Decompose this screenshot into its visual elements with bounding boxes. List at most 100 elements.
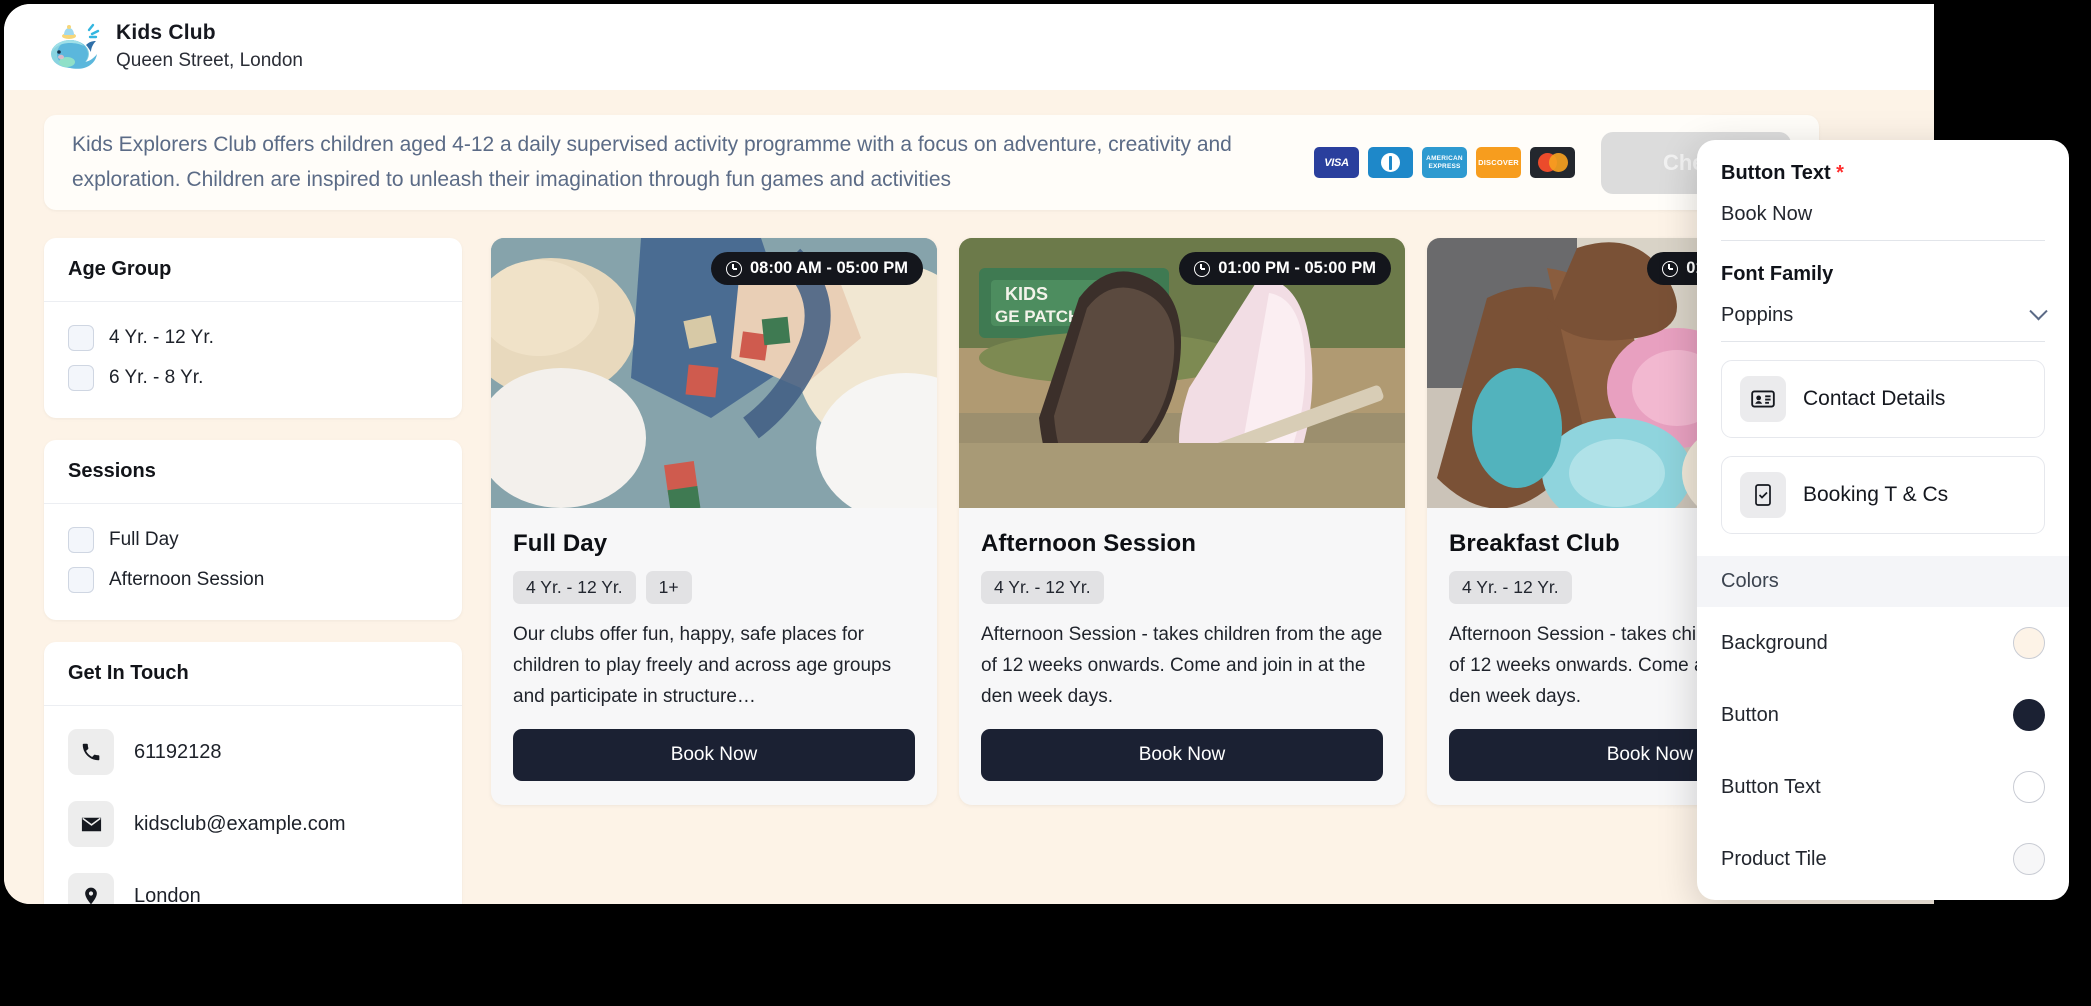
- contact-location-value: London: [134, 884, 201, 905]
- color-swatch-product-tile[interactable]: [2013, 843, 2045, 875]
- colors-section-header: Colors: [1697, 556, 2069, 607]
- button-text-label: Button Text *: [1721, 162, 1844, 184]
- filters-sidebar: Age Group 4 Yr. - 12 Yr. 6 Yr. - 8 Yr. S…: [44, 238, 462, 904]
- contact-phone-value: 61192128: [134, 740, 222, 763]
- svg-text:GE PATCH: GE PATCH: [995, 307, 1080, 326]
- product-description: Our clubs offer fun, happy, safe places …: [513, 624, 892, 707]
- get-in-touch-panel: Get In Touch 61192128 kidsclub@example.c…: [44, 642, 462, 904]
- checkbox-icon[interactable]: [68, 365, 94, 391]
- clock-icon: [1662, 260, 1679, 277]
- visa-icon: VISA: [1314, 147, 1359, 178]
- color-row-product-tile[interactable]: Product Tile: [1697, 823, 2069, 895]
- age-group-option-0-label: 4 Yr. - 12 Yr.: [109, 327, 214, 348]
- sessions-option-1-label: Afternoon Session: [109, 569, 265, 590]
- contact-item-location[interactable]: London: [68, 860, 438, 904]
- club-description-banner: Kids Explorers Club offers children aged…: [44, 115, 1819, 210]
- app-header: Kids Club Queen Street, London: [4, 4, 1934, 90]
- color-label: Background: [1721, 631, 1828, 654]
- product-image: KIDS GE PATCH 01:00 PM - 05:00 PM: [959, 238, 1405, 508]
- clock-icon: [1194, 260, 1211, 277]
- sessions-option-0-label: Full Day: [109, 529, 179, 550]
- color-row-background[interactable]: Background: [1697, 607, 2069, 679]
- amex-label: AMERICAN EXPRESS: [1426, 155, 1463, 170]
- email-icon: [68, 801, 114, 847]
- payment-methods: VISA AMERICAN EXPRESS DISCOVER: [1314, 147, 1575, 178]
- product-list: 08:00 AM - 05:00 PM Full Day 4 Yr. - 12 …: [491, 238, 1873, 805]
- required-asterisk: *: [1836, 162, 1844, 184]
- get-in-touch-title: Get In Touch: [44, 642, 462, 706]
- color-label: Button Text: [1721, 775, 1821, 798]
- discover-icon: DISCOVER: [1476, 147, 1521, 178]
- font-family-select[interactable]: Poppins: [1721, 286, 2048, 342]
- app-screen: Kids Club Queen Street, London Kids Expl…: [4, 4, 1934, 904]
- settings-item-booking-terms[interactable]: Booking T & Cs: [1721, 456, 2045, 534]
- product-tag: 1+: [645, 571, 692, 604]
- club-description-text: Kids Explorers Club offers children aged…: [72, 133, 1232, 191]
- whale-logo-icon: [44, 18, 102, 76]
- age-group-option-1[interactable]: 6 Yr. - 8 Yr.: [68, 358, 438, 398]
- color-swatch-button-text[interactable]: [2013, 771, 2045, 803]
- header-subtitle: Queen Street, London: [116, 50, 303, 72]
- button-text-value: Book Now: [1721, 203, 1813, 225]
- product-tag: 4 Yr. - 12 Yr.: [1449, 571, 1572, 604]
- font-family-value: Poppins: [1721, 304, 1794, 326]
- location-pin-icon: [68, 873, 114, 904]
- phone-icon: [68, 729, 114, 775]
- product-time-badge: 08:00 AM - 05:00 PM: [710, 252, 923, 285]
- contact-item-email[interactable]: kidsclub@example.com: [68, 788, 438, 860]
- checklist-document-icon: [1740, 472, 1786, 518]
- contact-card-icon: [1740, 376, 1786, 422]
- device-frame: Kids Club Queen Street, London Kids Expl…: [0, 0, 2091, 1006]
- button-text-input[interactable]: Book Now: [1721, 185, 2045, 241]
- svg-text:KIDS: KIDS: [1005, 284, 1048, 304]
- product-tags: 4 Yr. - 12 Yr.: [981, 571, 1383, 604]
- age-group-option-1-label: 6 Yr. - 8 Yr.: [109, 367, 204, 388]
- color-row-product-name-text[interactable]: Product Name Text: [1697, 895, 2069, 900]
- american-express-icon: AMERICAN EXPRESS: [1422, 147, 1467, 178]
- contact-item-phone[interactable]: 61192128: [68, 716, 438, 788]
- product-card-full-day[interactable]: 08:00 AM - 05:00 PM Full Day 4 Yr. - 12 …: [491, 238, 937, 805]
- page-title: Kids Club: [116, 21, 216, 45]
- age-group-panel: Age Group 4 Yr. - 12 Yr. 6 Yr. - 8 Yr.: [44, 238, 462, 418]
- product-tag: 4 Yr. - 12 Yr.: [981, 571, 1104, 604]
- book-now-button[interactable]: Book Now: [513, 729, 915, 781]
- settings-item-label: Contact Details: [1803, 387, 1946, 410]
- color-label: Product Tile: [1721, 847, 1827, 870]
- color-swatch-background[interactable]: [2013, 627, 2045, 659]
- sessions-option-0[interactable]: Full Day: [68, 520, 438, 560]
- font-family-label: Font Family: [1721, 263, 1834, 285]
- visa-label: VISA: [1324, 156, 1349, 169]
- checkbox-icon[interactable]: [68, 527, 94, 553]
- discover-label: DISCOVER: [1478, 158, 1519, 167]
- product-tags: 4 Yr. - 12 Yr. 1+: [513, 571, 915, 604]
- clock-icon: [725, 260, 742, 277]
- sessions-title: Sessions: [44, 440, 462, 504]
- product-image: 08:00 AM - 05:00 PM: [491, 238, 937, 508]
- sessions-option-1[interactable]: Afternoon Session: [68, 560, 438, 600]
- settings-panel: Button Text * Book Now Font Family Poppi…: [1697, 140, 2069, 900]
- product-time-text: 08:00 AM - 05:00 PM: [749, 259, 908, 277]
- product-card-afternoon-session[interactable]: KIDS GE PATCH 01:00 PM - 05:00 PM Aftern…: [959, 238, 1405, 805]
- color-label: Button: [1721, 703, 1779, 726]
- sessions-panel: Sessions Full Day Afternoon Session: [44, 440, 462, 620]
- settings-item-label: Booking T & Cs: [1803, 483, 1949, 506]
- page-canvas: Kids Explorers Club offers children aged…: [4, 90, 1934, 904]
- age-group-title: Age Group: [44, 238, 462, 302]
- color-row-button[interactable]: Button: [1697, 679, 2069, 751]
- product-time-text: 01:00 PM - 05:00 PM: [1218, 259, 1376, 277]
- diners-club-icon: [1368, 147, 1413, 178]
- chevron-down-icon[interactable]: [2029, 302, 2048, 321]
- book-now-button[interactable]: Book Now: [981, 729, 1383, 781]
- product-title: Afternoon Session: [981, 530, 1197, 557]
- contact-email-value: kidsclub@example.com: [134, 812, 346, 835]
- product-title: Full Day: [513, 530, 608, 557]
- checkbox-icon[interactable]: [68, 567, 94, 593]
- age-group-option-0[interactable]: 4 Yr. - 12 Yr.: [68, 318, 438, 358]
- color-swatch-button[interactable]: [2013, 699, 2045, 731]
- checkbox-icon[interactable]: [68, 325, 94, 351]
- product-description: Afternoon Session - takes children from …: [981, 624, 1383, 707]
- product-tag: 4 Yr. - 12 Yr.: [513, 571, 636, 604]
- product-time-badge: 01:00 PM - 05:00 PM: [1179, 252, 1391, 285]
- color-row-button-text[interactable]: Button Text: [1697, 751, 2069, 823]
- settings-item-contact-details[interactable]: Contact Details: [1721, 360, 2045, 438]
